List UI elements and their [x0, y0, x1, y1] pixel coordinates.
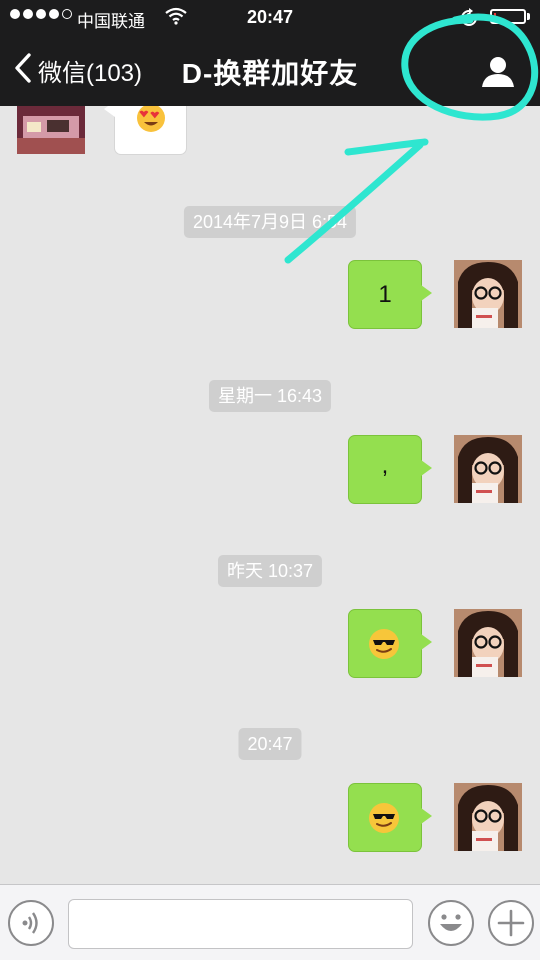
cool-sunglasses-emoji-icon: [369, 803, 399, 833]
message-bubble-outgoing[interactable]: [348, 609, 432, 678]
cool-sunglasses-emoji-icon: [369, 629, 399, 659]
group-info-button[interactable]: [478, 52, 518, 92]
message-bubble-incoming[interactable]: [104, 106, 187, 155]
my-avatar[interactable]: [454, 260, 522, 328]
message-bubble-outgoing[interactable]: ,: [348, 435, 432, 504]
message-timestamp: 2014年7月9日 6:54: [183, 206, 357, 238]
message-text: ,: [381, 452, 389, 479]
message-timestamp: 20:47: [238, 728, 302, 760]
emoji-button[interactable]: [428, 900, 474, 946]
input-bar: [0, 884, 540, 960]
message-bubble-outgoing[interactable]: 1: [348, 260, 432, 329]
message-bubble-outgoing[interactable]: [348, 783, 432, 852]
person-icon: [482, 57, 514, 87]
message-timestamp: 星期一 16:43: [208, 380, 332, 412]
my-avatar[interactable]: [454, 435, 522, 503]
plus-icon: [497, 909, 525, 937]
battery-tip: [527, 13, 530, 20]
rotation-lock-icon: [458, 7, 480, 34]
message-timestamp: 昨天 10:37: [217, 555, 323, 587]
chat-message-list[interactable]: 2014年7月9日 6:54 1 星期一 16:43 , 昨天 10:37 20…: [0, 106, 540, 884]
my-avatar[interactable]: [454, 609, 522, 677]
more-options-button[interactable]: [488, 900, 534, 946]
message-text: 1: [378, 281, 392, 308]
message-input[interactable]: [68, 899, 413, 949]
voice-icon: [22, 912, 38, 934]
my-avatar[interactable]: [454, 783, 522, 851]
smiley-icon: [440, 914, 462, 931]
chat-title: D-换群加好友: [181, 58, 359, 89]
sender-avatar[interactable]: [17, 106, 85, 154]
chat-header: 微信(103) D-换群加好友: [0, 34, 540, 106]
battery-icon: [490, 9, 526, 24]
status-bar: 中国联通 20:47: [0, 0, 540, 34]
voice-input-button[interactable]: [8, 900, 54, 946]
heart-eyes-emoji-icon: [137, 106, 165, 132]
